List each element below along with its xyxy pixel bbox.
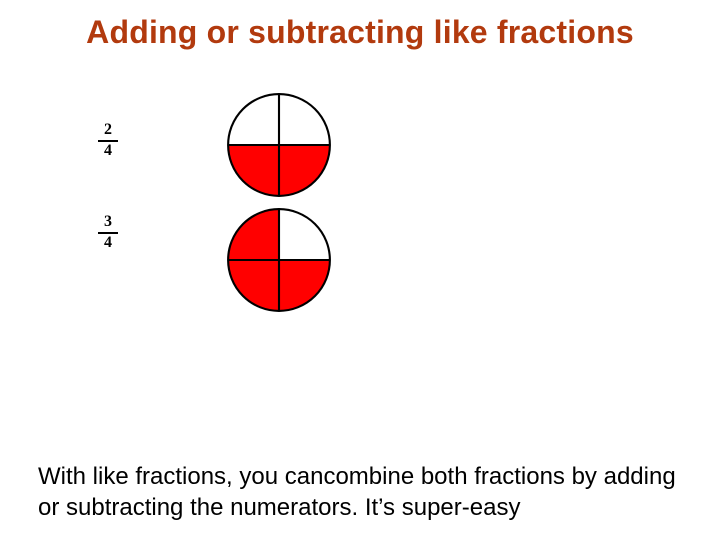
fraction-numerator: 2 — [104, 122, 112, 139]
fraction-denominator: 4 — [104, 235, 112, 252]
page-title: Adding or subtracting like fractions — [0, 14, 720, 51]
fraction-circle-3-4 — [226, 207, 332, 313]
fraction-3-over-4: 3 4 — [98, 214, 118, 252]
body-text: With like fractions, you cancombine both… — [38, 462, 688, 523]
fraction-denominator: 4 — [104, 143, 112, 160]
slide: Adding or subtracting like fractions 2 4… — [0, 0, 720, 540]
fraction-2-over-4: 2 4 — [98, 122, 118, 160]
fraction-circle-2-4 — [226, 92, 332, 198]
fraction-numerator: 3 — [104, 214, 112, 231]
